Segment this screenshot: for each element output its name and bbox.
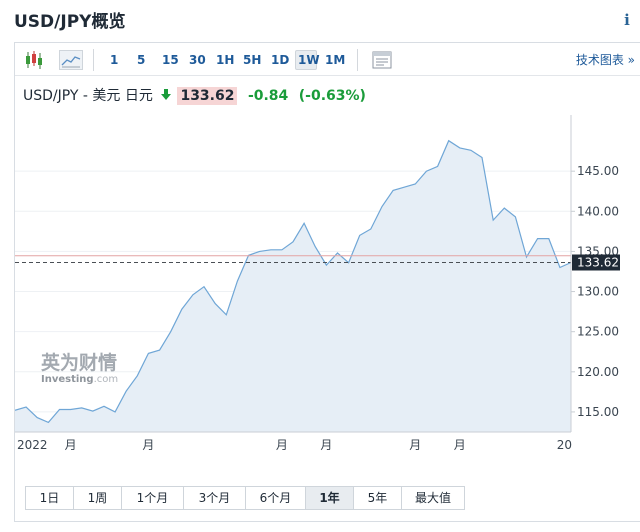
price-chart[interactable]: 145.00140.00135.00130.00125.00120.00115.…	[15, 43, 640, 483]
y-tick-label: 130.00	[577, 285, 619, 299]
watermark-en: Investing.com	[41, 374, 118, 385]
x-tick-label: 月	[454, 438, 466, 452]
y-tick-label: 140.00	[577, 204, 619, 218]
y-tick-label: 125.00	[577, 325, 619, 339]
plot-area: 145.00140.00135.00130.00125.00120.00115.…	[15, 115, 620, 452]
range-1m[interactable]: 1个月	[122, 487, 184, 509]
range-1w[interactable]: 1周	[74, 487, 122, 509]
watermark-en-light: .com	[94, 374, 119, 385]
info-icon[interactable]: i	[620, 10, 634, 30]
page-title: USD/JPY概览	[14, 12, 126, 32]
watermark-en-bold: Investing	[41, 374, 94, 385]
range-6m[interactable]: 6个月	[246, 487, 306, 509]
x-tick-label: 月	[276, 438, 288, 452]
x-tick-label: 月	[65, 438, 77, 452]
header: USD/JPY概览 i	[0, 0, 640, 40]
x-tick-label: 月	[320, 438, 332, 452]
range-3m[interactable]: 3个月	[184, 487, 246, 509]
page: USD/JPY概览 i 1 5 15 30 1H 5H 1D 1W 1M 技术图…	[0, 0, 640, 532]
x-tick-label: 月	[409, 438, 421, 452]
range-1y[interactable]: 1年	[306, 487, 354, 509]
y-tick-label: 145.00	[577, 164, 619, 178]
watermark: 英为财情 Investing.com	[41, 351, 118, 385]
chart-widget: 1 5 15 30 1H 5H 1D 1W 1M 技术图表 » USD/JPY …	[14, 42, 640, 522]
range-selector: 1日 1周 1个月 3个月 6个月 1年 5年 最大值	[25, 486, 465, 510]
x-tick-label: 20	[557, 438, 572, 452]
series-area	[15, 140, 571, 432]
y-tick-label: 115.00	[577, 405, 619, 419]
y-tick-label: 120.00	[577, 365, 619, 379]
range-5y[interactable]: 5年	[354, 487, 402, 509]
watermark-cn: 英为财情	[41, 351, 117, 374]
x-tick-label: 2022	[17, 438, 48, 452]
x-tick-label: 月	[142, 438, 154, 452]
range-1d[interactable]: 1日	[26, 487, 74, 509]
current-price-tag-label: 133.62	[577, 256, 619, 270]
range-max[interactable]: 最大值	[402, 487, 464, 509]
